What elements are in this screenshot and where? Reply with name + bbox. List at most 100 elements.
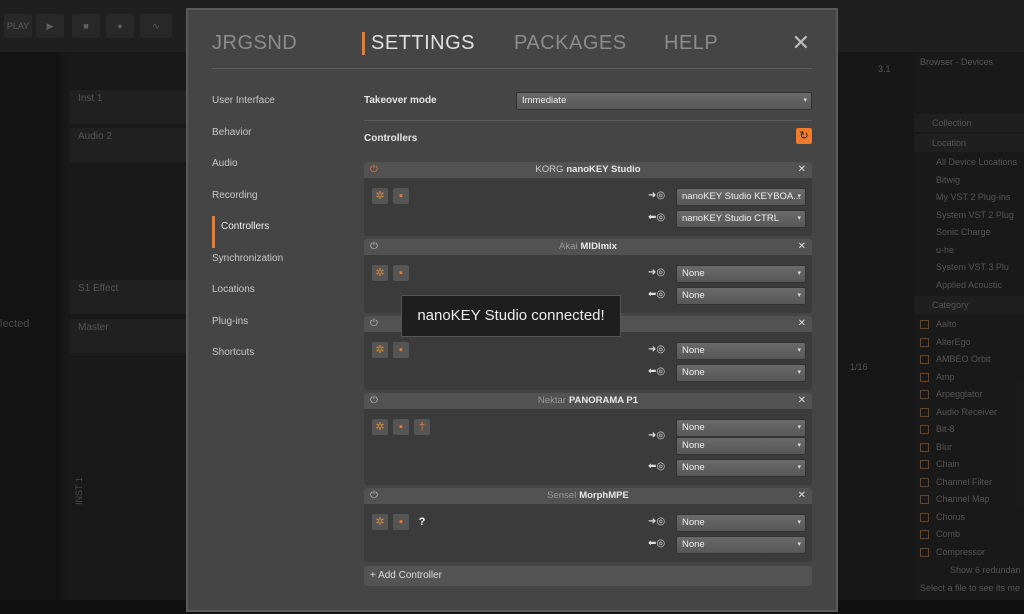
settings-gear-icon[interactable]: ✲ — [372, 188, 388, 204]
midi-in-icon: ➜◎ — [648, 516, 666, 527]
chevron-down-icon: ▾ — [797, 292, 801, 299]
midi-input-select[interactable]: None ▾ — [676, 514, 806, 532]
controllers-label: Controllers — [364, 133, 418, 144]
midi-in-icon: ➜◎ — [648, 190, 666, 201]
notes-icon[interactable]: ▪ — [393, 514, 409, 530]
tab-packages[interactable]: PACKAGES — [514, 32, 627, 55]
controller-card: ⏻ Sensel MorphMPE ✕ ✲ ▪? None ▾ ➜◎ None ▾ ⬅◎ — [364, 488, 812, 562]
power-icon[interactable]: ⏻ — [370, 162, 378, 178]
midi-input-value: None — [682, 422, 705, 433]
midi-out-icon: ⬅◎ — [648, 289, 666, 300]
add-controller-button[interactable]: + Add Controller — [364, 566, 812, 586]
midi-input-select[interactable]: None ▾ — [676, 437, 806, 455]
midi-out-icon: ⬅◎ — [648, 366, 666, 377]
tab-help[interactable]: HELP — [664, 32, 718, 55]
chevron-down-icon: ▾ — [797, 464, 801, 471]
midi-output-value: None — [682, 367, 705, 378]
sidebar-item-audio[interactable]: Audio — [212, 153, 352, 185]
chevron-down-icon: ▾ — [803, 97, 807, 104]
remove-controller-icon[interactable]: ✕ — [798, 162, 806, 178]
controllers-header: Controllers ↻ — [364, 128, 812, 150]
midi-out-icon: ⬅◎ — [648, 212, 666, 223]
section-divider — [364, 120, 812, 121]
midi-in-icon: ➜◎ — [648, 344, 666, 355]
tab-settings[interactable]: SETTINGS — [362, 32, 475, 55]
pin-icon[interactable]: † — [414, 419, 430, 435]
notes-icon[interactable]: ▪ — [393, 342, 409, 358]
power-icon[interactable]: ⏻ — [370, 316, 378, 332]
remove-controller-icon[interactable]: ✕ — [798, 488, 806, 504]
controller-model: MorphMPE — [579, 490, 629, 501]
midi-output-select[interactable]: nanoKEY Studio CTRL ▾ — [676, 210, 806, 228]
controller-model: nanoKEY Studio — [566, 164, 641, 175]
controller-vendor: Sensel — [547, 490, 577, 501]
midi-input-value: nanoKEY Studio KEYBOA... — [682, 191, 802, 202]
notes-icon[interactable]: ▪ — [393, 265, 409, 281]
sidebar-item-plug-ins[interactable]: Plug-ins — [212, 311, 352, 343]
midi-output-value: None — [682, 290, 705, 301]
sidebar-item-recording[interactable]: Recording — [212, 185, 352, 217]
tab-jrgsnd[interactable]: JRGSND — [212, 32, 297, 55]
takeover-select[interactable]: Immediate ▾ — [516, 92, 812, 110]
controller-header: ⏻ Sensel MorphMPE ✕ — [364, 488, 812, 504]
controller-card: ⏻ KORG nanoKEY Studio ✕ ✲ ▪ nanoKEY Studio KEY… — [364, 162, 812, 236]
midi-in-icon: ➜◎ — [648, 267, 666, 278]
midi-input-value: None — [682, 345, 705, 356]
power-icon[interactable]: ⏻ — [370, 488, 378, 504]
remove-controller-icon[interactable]: ✕ — [798, 316, 806, 332]
midi-input-select[interactable]: None ▾ — [676, 342, 806, 360]
controller-vendor: Nektar — [537, 395, 566, 406]
chevron-down-icon: ▾ — [797, 193, 801, 200]
controller-header: ⏻ KORG nanoKEY Studio ✕ — [364, 162, 812, 178]
takeover-value: Immediate — [522, 95, 567, 106]
chevron-down-icon: ▾ — [797, 519, 801, 526]
controller-header: ⏻ Akai MIDImix ✕ — [364, 239, 812, 255]
midi-out-icon: ⬅◎ — [648, 538, 666, 549]
midi-output-select[interactable]: None ▾ — [676, 536, 806, 554]
controller-card: ⏻ Nektar PANORAMA P1 ✕ ✲ ▪ † None ▾ None ▾ ➜◎ None ▾ ⬅… — [364, 393, 812, 485]
sidebar-item-locations[interactable]: Locations — [212, 279, 352, 311]
midi-input-select[interactable]: None ▾ — [676, 419, 806, 437]
midi-in-icon: ➜◎ — [648, 430, 666, 441]
sidebar-item-controllers[interactable]: Controllers — [212, 216, 352, 248]
power-icon[interactable]: ⏻ — [370, 393, 378, 409]
settings-gear-icon[interactable]: ✲ — [372, 514, 388, 530]
close-icon[interactable]: ✕ — [792, 30, 810, 56]
chevron-down-icon: ▾ — [797, 442, 801, 449]
midi-input-value: None — [682, 440, 705, 451]
refresh-controllers-button[interactable]: ↻ — [796, 128, 812, 144]
chevron-down-icon: ▾ — [797, 270, 801, 277]
midi-output-value: None — [682, 462, 705, 473]
notes-icon[interactable]: ▪ — [393, 419, 409, 435]
help-icon[interactable]: ? — [414, 514, 430, 530]
sidebar-item-user-interface[interactable]: User Interface — [212, 90, 352, 122]
controller-model: MIDImix — [580, 241, 617, 252]
controller-model: PANORAMA P1 — [568, 395, 639, 406]
midi-input-value: None — [682, 268, 705, 279]
controller-vendor: KORG — [535, 164, 564, 175]
chevron-down-icon: ▾ — [797, 369, 801, 376]
settings-sidebar: User Interface Behavior Audio Recording … — [212, 90, 352, 374]
remove-controller-icon[interactable]: ✕ — [798, 393, 806, 409]
midi-output-select[interactable]: None ▾ — [676, 459, 806, 477]
midi-output-value: nanoKEY Studio CTRL — [682, 213, 779, 224]
notes-icon[interactable]: ▪ — [393, 188, 409, 204]
nav-divider — [212, 68, 812, 69]
midi-input-select[interactable]: None ▾ — [676, 265, 806, 283]
midi-output-select[interactable]: None ▾ — [676, 364, 806, 382]
dialog-nav: JRGSND SETTINGS PACKAGES HELP — [212, 32, 812, 72]
sidebar-item-shortcuts[interactable]: Shortcuts — [212, 342, 352, 374]
settings-gear-icon[interactable]: ✲ — [372, 419, 388, 435]
remove-controller-icon[interactable]: ✕ — [798, 239, 806, 255]
midi-input-value: None — [682, 517, 705, 528]
takeover-row: Takeover mode Immediate ▾ — [364, 90, 812, 112]
midi-input-select[interactable]: nanoKEY Studio KEYBOA... ▾ — [676, 188, 806, 206]
midi-output-select[interactable]: None ▾ — [676, 287, 806, 305]
sidebar-item-behavior[interactable]: Behavior — [212, 122, 352, 154]
sidebar-item-synchronization[interactable]: Synchronization — [212, 248, 352, 280]
settings-gear-icon[interactable]: ✲ — [372, 342, 388, 358]
midi-output-value: None — [682, 539, 705, 550]
chevron-down-icon: ▾ — [797, 215, 801, 222]
power-icon[interactable]: ⏻ — [370, 239, 378, 255]
settings-gear-icon[interactable]: ✲ — [372, 265, 388, 281]
